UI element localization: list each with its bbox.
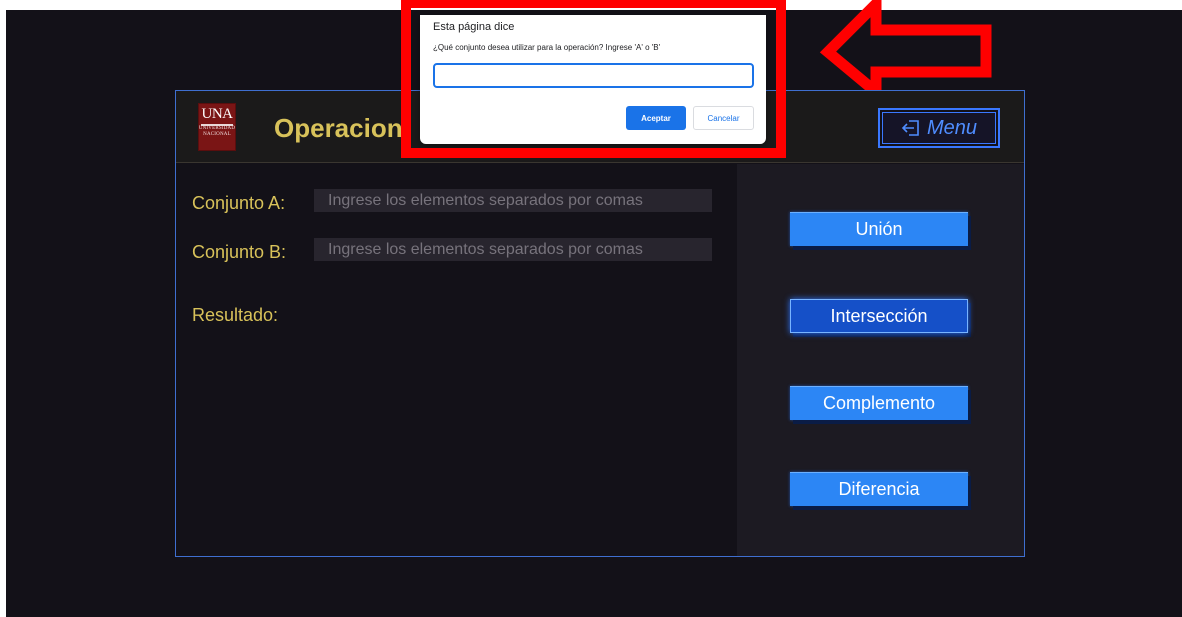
set-a-label: Conjunto A: <box>192 193 286 213</box>
cancel-button[interactable]: Cancelar <box>693 106 754 130</box>
complement-button[interactable]: Complemento <box>790 386 968 420</box>
app-panel: UNA UNIVERSIDAD NACIONAL Operacion Menu … <box>175 90 1025 557</box>
set-b-input[interactable] <box>314 238 712 261</box>
page-title: Operacion <box>274 113 403 143</box>
sign-out-icon <box>901 120 919 136</box>
prompt-title: Esta página dice <box>433 21 515 33</box>
prompt-message: ¿Qué conjunto desea utilizar para la ope… <box>433 43 661 52</box>
set-b-label: Conjunto B: <box>192 242 287 262</box>
menu-label: Menu <box>926 116 978 139</box>
operations-sidebar: Unión Intersección Complemento Diferenci… <box>737 164 1024 556</box>
result-label: Resultado: <box>192 305 279 325</box>
accept-button[interactable]: Aceptar <box>626 106 686 130</box>
logo-subtext-2: NACIONAL <box>203 132 231 137</box>
prompt-input[interactable] <box>433 63 754 88</box>
prompt-dialog: Esta página dice ¿Qué conjunto desea uti… <box>420 15 766 144</box>
una-logo: UNA UNIVERSIDAD NACIONAL <box>198 103 236 151</box>
logo-text: UNA <box>201 106 234 122</box>
intersection-button[interactable]: Intersección <box>790 299 968 333</box>
union-button[interactable]: Unión <box>790 212 968 246</box>
set-a-input[interactable] <box>314 189 712 212</box>
menu-button[interactable]: Menu <box>878 108 1000 148</box>
difference-button[interactable]: Diferencia <box>790 472 968 506</box>
